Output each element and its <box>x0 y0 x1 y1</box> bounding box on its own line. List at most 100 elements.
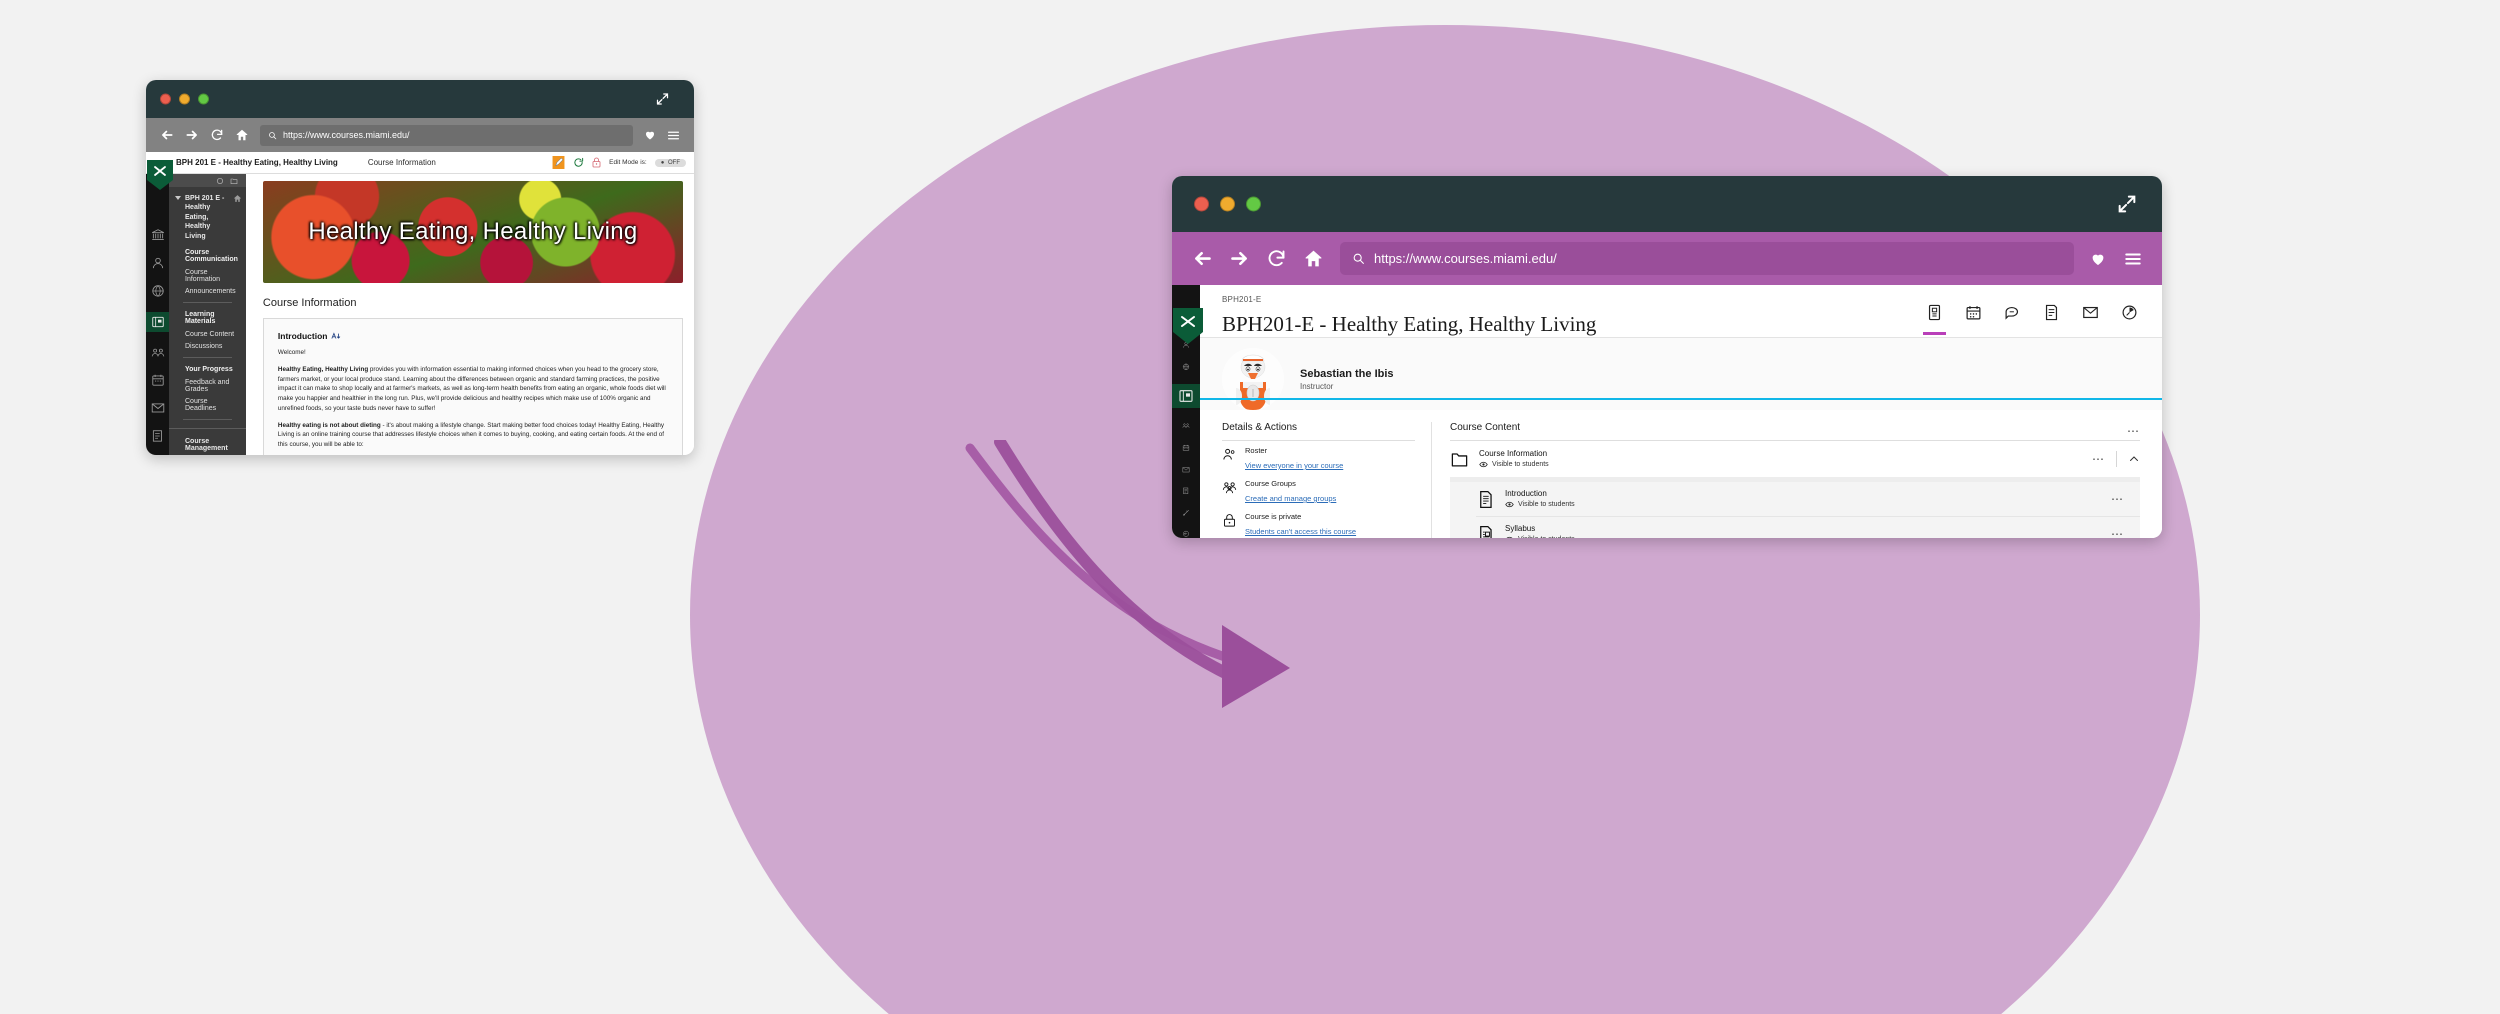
institution-icon[interactable] <box>151 228 165 242</box>
left-menu-collapse-tab[interactable] <box>147 160 173 190</box>
menu-header-your-progress[interactable]: Your Progress <box>177 358 238 376</box>
right-window-traffic-lights[interactable] <box>1194 196 1261 212</box>
expand-icon[interactable] <box>2116 193 2138 215</box>
left-window-traffic-lights[interactable] <box>160 93 209 105</box>
kebab-menu-icon[interactable]: ⋯ <box>2111 528 2124 538</box>
menu-item-course-content[interactable]: Course Content <box>177 328 238 340</box>
roster-label: Roster <box>1245 446 1268 455</box>
globe-icon[interactable] <box>151 284 165 298</box>
right-menu-collapse-tab[interactable] <box>1173 308 1203 344</box>
details-item-privacy[interactable]: Course is private Students can't access … <box>1222 507 1415 538</box>
folder-icon[interactable] <box>230 177 238 185</box>
courses-rail-slot[interactable] <box>1172 384 1200 409</box>
forward-arrow-icon[interactable] <box>185 128 199 142</box>
menu-item-feedback-and-grades[interactable]: Feedback and Grades <box>177 376 238 395</box>
kebab-menu-icon[interactable]: ⋯ <box>2111 493 2124 505</box>
tab-calendar[interactable] <box>1965 304 1982 335</box>
left-address-bar[interactable]: https://www.courses.miami.edu/ <box>260 124 633 146</box>
expand-icon[interactable] <box>655 92 670 107</box>
refresh-icon[interactable] <box>573 157 584 168</box>
lock-icon[interactable] <box>592 157 601 168</box>
right-address-bar[interactable]: https://www.courses.miami.edu/ <box>1340 242 2074 275</box>
kebab-menu-icon[interactable]: ⋯ <box>2092 453 2105 465</box>
details-item-course-groups[interactable]: Course Groups Create and manage groups <box>1222 474 1415 507</box>
menu-item-course-deadlines[interactable]: Course Deadlines <box>177 395 238 414</box>
courses-icon[interactable] <box>151 315 165 329</box>
courses-rail-slot[interactable] <box>146 311 169 332</box>
menu-item-course-information[interactable]: Course Information <box>177 266 238 285</box>
intro-paragraph-welcome: Welcome! <box>277 349 306 356</box>
minimize-dot[interactable] <box>1220 196 1235 212</box>
menu-item-announcements[interactable]: Announcements <box>177 285 238 297</box>
syllabus-row-actions: ⋯ <box>2111 528 2124 538</box>
tab-content[interactable] <box>1923 304 1946 335</box>
home-icon[interactable] <box>235 128 249 142</box>
introduction-heading: Introduction <box>277 331 328 341</box>
zoom-dot[interactable] <box>198 93 209 105</box>
minimize-dot[interactable] <box>179 93 190 105</box>
ultra-main-panel: BPH201-E BPH201-E - Healthy Eating, Heal… <box>1200 285 2162 538</box>
roster-link[interactable]: View everyone in your course <box>1245 461 1343 470</box>
details-item-roster[interactable]: Roster View everyone in your course <box>1222 441 1415 474</box>
hamburger-menu-icon[interactable] <box>2124 250 2142 268</box>
forward-arrow-icon[interactable] <box>1229 248 1250 269</box>
groups-icon[interactable] <box>151 346 165 360</box>
messages-icon[interactable] <box>1178 466 1194 474</box>
eye-icon <box>1506 536 1513 538</box>
zoom-dot[interactable] <box>1246 196 1261 212</box>
tab-gradebook[interactable] <box>2043 304 2060 335</box>
courses-icon[interactable] <box>1178 388 1194 404</box>
menu-item-discussions[interactable]: Discussions <box>177 340 238 352</box>
hamburger-menu-icon[interactable] <box>667 129 680 142</box>
details-item-course-groups-text: Course Groups Create and manage groups <box>1245 479 1336 506</box>
grades-icon[interactable] <box>151 429 165 443</box>
breadcrumb-course[interactable]: BPH 201 E - Healthy Eating, Healthy Livi… <box>176 158 338 167</box>
syllabus-icon <box>1480 525 1492 538</box>
edit-mode-toggle[interactable]: ● OFF <box>654 158 686 167</box>
close-dot[interactable] <box>1194 196 1209 212</box>
course-groups-link[interactable]: Create and manage groups <box>1245 494 1336 503</box>
edit-pencil-icon[interactable] <box>552 155 565 170</box>
heart-icon[interactable] <box>644 129 656 141</box>
back-arrow-icon[interactable] <box>1192 248 1213 269</box>
home-icon[interactable] <box>233 194 242 203</box>
tools-icon[interactable] <box>1178 509 1194 517</box>
groups-icon[interactable] <box>1178 422 1194 430</box>
signout-icon[interactable] <box>1178 530 1194 538</box>
messages-icon[interactable] <box>151 401 165 415</box>
home-icon[interactable] <box>1303 248 1324 269</box>
grades-icon[interactable] <box>1178 487 1194 495</box>
details-actions-title: Details & Actions <box>1222 422 1298 433</box>
chevron-down-icon[interactable] <box>175 196 181 200</box>
menu-header-course-communication[interactable]: Course Communication <box>177 241 238 266</box>
profile-icon[interactable] <box>151 256 165 270</box>
course-content-kebab-menu-icon[interactable]: ⋯ <box>2127 425 2140 437</box>
instructor-avatar[interactable] <box>1222 348 1284 410</box>
globe-icon[interactable] <box>1178 363 1194 371</box>
content-item-introduction[interactable]: Introduction Visible to students ⋯ <box>1476 482 2140 516</box>
calendar-icon[interactable] <box>1178 444 1194 452</box>
menu-header-course-management[interactable]: Course Management <box>177 429 238 455</box>
close-dot[interactable] <box>160 93 171 105</box>
text-resize-icon[interactable] <box>331 331 341 341</box>
course-menu-group-learning: Learning Materials Course Content Discus… <box>169 303 246 359</box>
content-item-syllabus[interactable]: Syllabus Visible to students ⋯ <box>1476 517 2140 538</box>
intro-row-actions: ⋯ <box>2111 493 2124 505</box>
menu-header-learning-materials[interactable]: Learning Materials <box>177 303 238 328</box>
privacy-link[interactable]: Students can't access this course <box>1245 527 1356 536</box>
calendar-icon[interactable] <box>151 373 165 387</box>
course-menu-title-row[interactable]: BPH 201 E - Healthy Eating, Healthy Livi… <box>169 187 246 241</box>
heart-icon[interactable] <box>2090 251 2106 267</box>
reload-icon[interactable] <box>210 128 224 142</box>
chevron-up-icon[interactable] <box>2128 453 2140 465</box>
details-and-actions-panel: Details & Actions Roster View everyone i… <box>1200 422 1432 538</box>
back-arrow-icon[interactable] <box>160 128 174 142</box>
tab-analytics[interactable] <box>2121 304 2138 335</box>
reload-icon[interactable] <box>1266 248 1287 269</box>
tab-messages[interactable] <box>2082 304 2099 335</box>
left-course-menu: BPH 201 E - Healthy Eating, Healthy Livi… <box>169 174 246 455</box>
refresh-circle-icon[interactable] <box>216 177 224 185</box>
content-folder-course-information[interactable]: Course Information Visible to students ⋯ <box>1450 441 2140 477</box>
tab-discussions[interactable] <box>2004 304 2021 335</box>
breadcrumb-page[interactable]: Course Information <box>368 158 436 167</box>
